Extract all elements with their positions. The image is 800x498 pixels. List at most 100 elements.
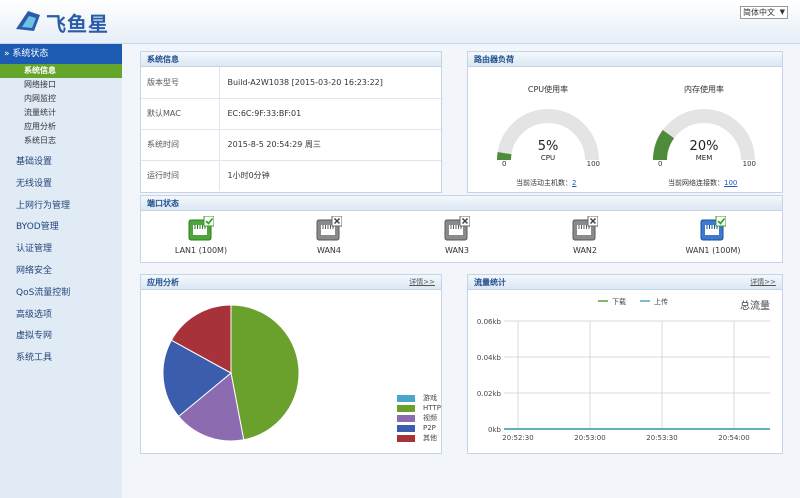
- mem-gauge-title: 内存使用率: [684, 85, 724, 94]
- y-tick-label: 0kb: [488, 426, 502, 434]
- legend-item: 其他: [397, 433, 441, 443]
- port-wan3: WAN3: [417, 215, 497, 255]
- legend-item: 游戏: [397, 393, 441, 403]
- legend-swatch: [397, 425, 415, 432]
- port-lan1: LAN1 (100M): [161, 215, 241, 255]
- port-label: LAN1 (100M): [174, 246, 228, 255]
- ethernet-port-icon: [572, 215, 599, 242]
- double-chevron-down-icon: »: [4, 49, 10, 59]
- traffic-details-link[interactable]: 详情>>: [750, 275, 776, 290]
- y-tick-label: 0.06kb: [477, 318, 502, 326]
- y-tick-label: 0.04kb: [477, 354, 502, 362]
- traffic-header: 流量统计 详情>>: [468, 275, 782, 290]
- x-tick-label: 20:52:30: [502, 434, 533, 442]
- legend-label: HTTP: [423, 404, 441, 412]
- cpu-max: 100: [586, 160, 600, 168]
- mem-max: 100: [742, 160, 756, 168]
- sidebar-item[interactable]: BYOD管理: [0, 217, 122, 239]
- cpu-value: 5%: [537, 139, 559, 154]
- top-bar: 飞鱼星 简体中文 ▼: [0, 0, 800, 44]
- sidebar-group-system-status[interactable]: » 系统状态: [0, 44, 122, 64]
- network-connections: 当前网络连接数：100: [668, 178, 737, 188]
- sidebar: » 系统状态 系统信息 网络接口 内网监控 流量统计 应用分析 系统日志 基础设…: [0, 44, 122, 498]
- mem-min: 0: [658, 160, 663, 168]
- sidebar-item[interactable]: QoS流量控制: [0, 283, 122, 305]
- sidebar-item[interactable]: 高级选项: [0, 305, 122, 327]
- port-status-panel: 端口状态 LAN1 (100M) WAN4 WAN3 WAN2 WAN1 (100M): [140, 195, 783, 263]
- sidebar-item[interactable]: 网络安全: [0, 261, 122, 283]
- port-label: WAN3: [444, 246, 470, 255]
- mem-label: MEM: [695, 154, 713, 162]
- port-label: WAN4: [316, 246, 342, 255]
- info-value: EC:6C:9F:33:BF:01: [219, 98, 441, 130]
- traffic-title: 流量统计: [474, 278, 506, 287]
- sidebar-item[interactable]: 无线设置: [0, 174, 122, 196]
- sidebar-item[interactable]: 系统工具: [0, 348, 122, 370]
- app-details-link[interactable]: 详情>>: [409, 275, 435, 290]
- legend-label: 上传: [654, 297, 668, 306]
- legend-swatch: [397, 395, 415, 402]
- legend-swatch: [397, 415, 415, 422]
- port-status-title: 端口状态: [141, 196, 782, 211]
- fish-logo-icon: [16, 11, 40, 31]
- info-key: 运行时间: [141, 160, 220, 191]
- cpu-gauge-title: CPU使用率: [527, 85, 569, 94]
- active-hosts-link[interactable]: 2: [572, 179, 576, 187]
- sidebar-item[interactable]: 认证管理: [0, 239, 122, 261]
- app-analysis-title: 应用分析: [147, 278, 179, 287]
- active-hosts-label: 当前活动主机数：: [516, 179, 572, 187]
- mem-value: 20%: [689, 139, 719, 154]
- port-label: WAN2: [572, 246, 598, 255]
- router-load-panel: 路由器负荷 CPU使用率 5% CPU 0 100 内存使用率 20% MEM …: [467, 51, 783, 193]
- legend-label: 其他: [423, 434, 437, 442]
- traffic-line-chart: 总流量 下载 上传 0kb 0.02kb 0.04kb 0.06kb 20:52:30 20:5…: [477, 297, 770, 442]
- chart-title: 总流量: [740, 299, 770, 312]
- app-legend: 游戏 HTTP 视频 P2P 其他: [397, 393, 441, 443]
- network-connections-link[interactable]: 100: [724, 179, 737, 187]
- legend-label: 视频: [423, 414, 437, 422]
- x-tick-label: 20:53:30: [646, 434, 677, 442]
- info-key: 系统时间: [141, 129, 220, 161]
- info-key: 默认MAC: [141, 98, 220, 130]
- port-wan2: WAN2: [545, 215, 625, 255]
- app-pie-chart: [162, 304, 300, 442]
- app-analysis-header: 应用分析 详情>>: [141, 275, 441, 290]
- mem-gauge: 内存使用率 20% MEM 0 100: [652, 84, 756, 170]
- active-hosts: 当前活动主机数：2: [516, 178, 576, 188]
- ethernet-port-icon: [444, 215, 471, 242]
- info-value: Build-A2W1038 [2015-03-20 16:23:22]: [219, 67, 441, 99]
- language-select[interactable]: 简体中文 ▼: [740, 6, 788, 19]
- network-connections-label: 当前网络连接数：: [668, 179, 724, 187]
- sidebar-sub-item[interactable]: 系统日志: [0, 134, 122, 148]
- sidebar-group-label: 系统状态: [12, 49, 49, 59]
- cpu-label: CPU: [540, 154, 556, 162]
- legend-label: P2P: [423, 424, 436, 432]
- sidebar-item[interactable]: 虚拟专网: [0, 326, 122, 348]
- brand-name: 飞鱼星: [46, 12, 109, 36]
- legend-label: 下载: [612, 297, 626, 306]
- system-info-title: 系统信息: [141, 52, 441, 67]
- sidebar-sub-item[interactable]: 应用分析: [0, 120, 122, 134]
- x-tick-label: 20:53:00: [574, 434, 605, 442]
- info-value: 1小时0分钟: [227, 171, 270, 181]
- ethernet-port-icon: [316, 215, 343, 242]
- pie-slice-http: [230, 304, 300, 441]
- port-wan4: WAN4: [289, 215, 369, 255]
- router-load-title: 路由器负荷: [468, 52, 782, 67]
- y-tick-label: 0.02kb: [477, 390, 502, 398]
- sidebar-sub-item[interactable]: 内网监控: [0, 92, 122, 106]
- app-analysis-panel: 应用分析 详情>> 游戏 HTTP 视频 P2P 其他: [140, 274, 442, 454]
- cpu-gauge: CPU使用率 5% CPU 0 100: [496, 84, 600, 170]
- sidebar-sub-item[interactable]: 网络接口: [0, 78, 122, 92]
- sidebar-sub-item[interactable]: 系统信息: [0, 64, 122, 78]
- legend-item: 视频: [397, 413, 441, 423]
- legend-swatch: [397, 405, 415, 412]
- info-key: 版本型号: [141, 67, 220, 99]
- sidebar-item[interactable]: 基础设置: [0, 152, 122, 174]
- ethernet-port-icon: [188, 215, 215, 242]
- sidebar-item[interactable]: 上网行为管理: [0, 196, 122, 218]
- sidebar-sub-item[interactable]: 流量统计: [0, 106, 122, 120]
- legend-item: HTTP: [397, 403, 441, 413]
- table-row: 版本型号 Build-A2W1038 [2015-03-20 16:23:22]: [141, 67, 441, 99]
- ethernet-port-icon: [700, 215, 727, 242]
